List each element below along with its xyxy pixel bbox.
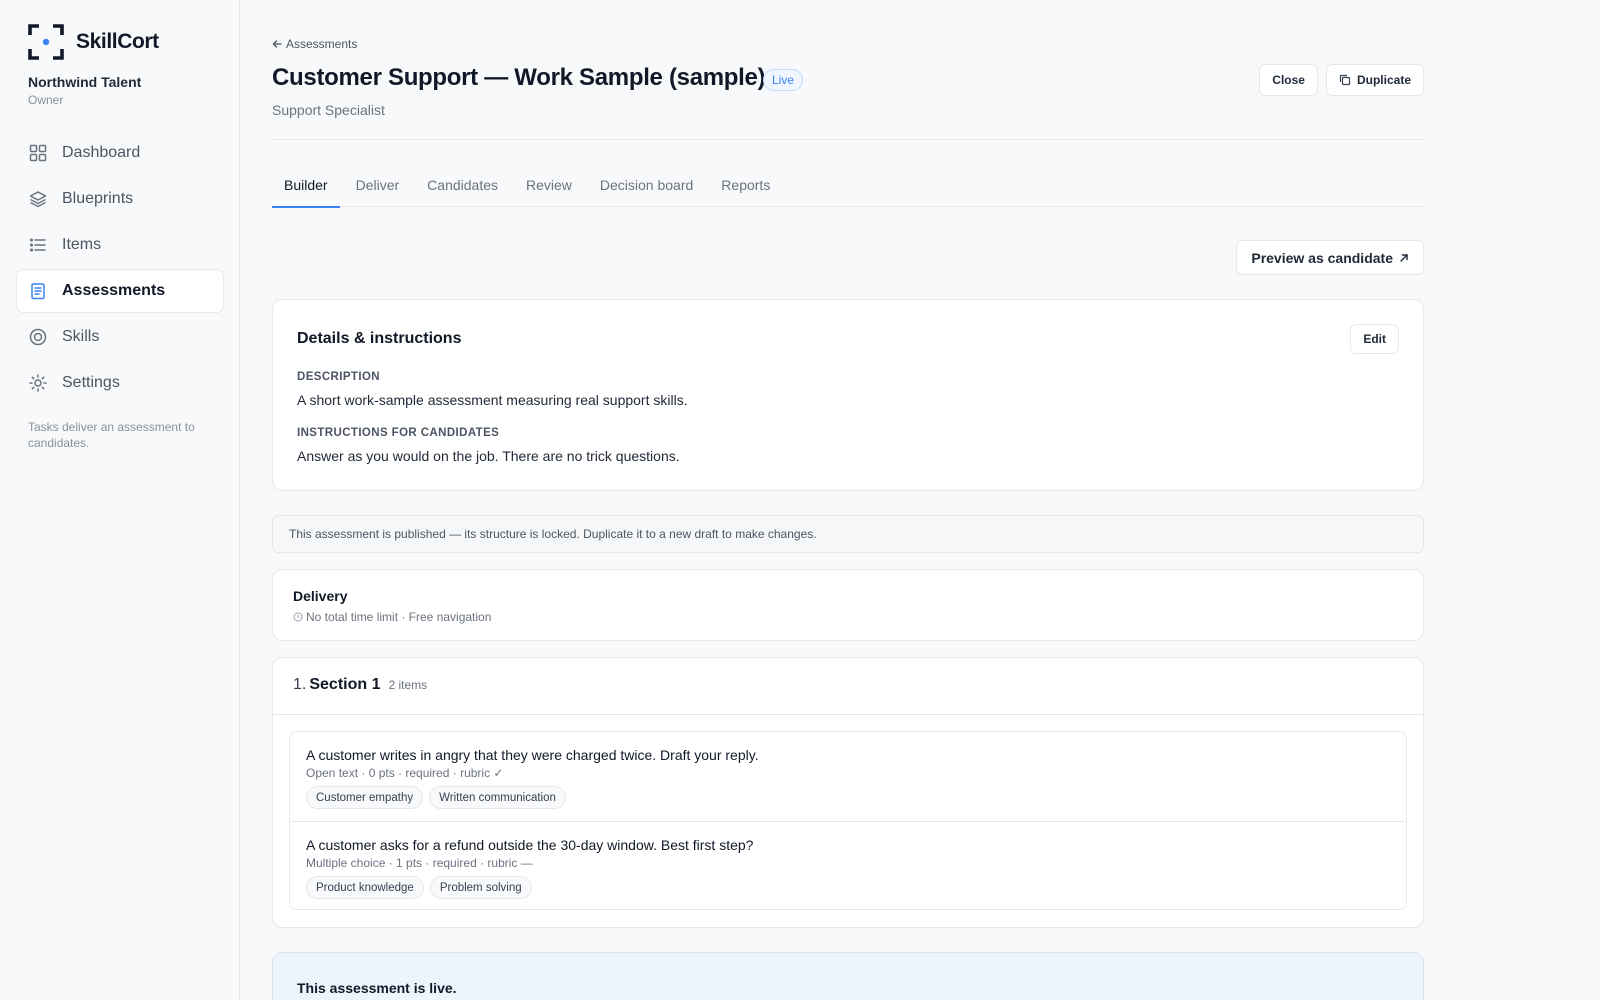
list-icon (29, 236, 47, 254)
tab-review[interactable]: Review (514, 168, 584, 207)
section-divider (273, 714, 1423, 715)
tab-bar: Builder Deliver Candidates Review Decisi… (272, 168, 1424, 208)
item-meta: Open text · 0 pts · required · rubric ✓ (306, 766, 504, 780)
delivery-title: Delivery (293, 588, 348, 604)
org-role: Owner (28, 93, 64, 107)
org-name: Northwind Talent (28, 74, 142, 90)
back-link-label: Assessments (286, 37, 358, 51)
delivery-meta-text: No total time limit · Free navigation (306, 610, 492, 624)
delivery-meta: No total time limit · Free navigation (293, 610, 491, 624)
back-to-assessments-link[interactable]: Assessments (272, 37, 357, 51)
sidebar-item-dashboard[interactable]: Dashboard (16, 131, 224, 175)
target-icon (29, 328, 47, 346)
sidebar-item-label: Settings (62, 374, 120, 391)
item-tags: Customer empathy Written communication (306, 786, 566, 809)
skill-tag: Product knowledge (306, 876, 424, 899)
sidebar-item-label: Blueprints (62, 190, 134, 207)
external-arrow-icon (1400, 253, 1408, 262)
section-item-count: 2 items (388, 678, 428, 692)
tab-decision-board[interactable]: Decision board (588, 168, 705, 207)
sidebar-item-settings[interactable]: Settings (16, 361, 224, 405)
skill-tag: Customer empathy (306, 786, 424, 809)
brand[interactable]: SkillCort (28, 24, 159, 60)
details-title: Details & instructions (297, 330, 462, 347)
header-actions: Close Duplicate (1259, 64, 1424, 96)
tab-candidates[interactable]: Candidates (415, 168, 510, 207)
skillcort-logo-icon (28, 24, 64, 60)
clock-icon (293, 612, 303, 622)
sun-icon (29, 374, 47, 392)
arrow-left-icon (272, 40, 282, 48)
sidebar-item-assessments[interactable]: Assessments (16, 269, 224, 313)
sidebar-item-label: Items (62, 236, 102, 253)
sidebar-item-items[interactable]: Items (16, 223, 224, 267)
tab-builder[interactable]: Builder (272, 168, 340, 208)
page-subtitle: Support Specialist (272, 102, 385, 118)
sidebar-nav: Dashboard Blueprints Items Assessments S… (16, 131, 224, 407)
locked-notice: This assessment is published — its struc… (272, 515, 1424, 553)
copy-icon (1339, 74, 1351, 86)
dashboard-icon (29, 144, 47, 162)
skill-tag: Written communication (429, 786, 566, 809)
sidebar-item-label: Assessments (62, 282, 166, 299)
duplicate-label: Duplicate (1356, 73, 1411, 87)
clipboard-icon (29, 282, 47, 300)
item-meta: Multiple choice · 1 pts · required · rub… (306, 856, 533, 870)
sidebar-note: Tasks deliver an assessment to candidate… (28, 420, 195, 450)
description-value: A short work-sample assessment measuring… (297, 392, 688, 408)
sidebar-item-label: Skills (62, 328, 100, 345)
sidebar-item-blueprints[interactable]: Blueprints (16, 177, 224, 221)
section-name: Section 1 (309, 676, 381, 693)
live-banner: This assessment is live. (272, 952, 1424, 1000)
tab-deliver[interactable]: Deliver (344, 168, 412, 207)
header-divider (272, 139, 1424, 140)
preview-as-candidate-button[interactable]: Preview as candidate (1236, 240, 1424, 275)
live-banner-title: This assessment is live. (297, 980, 457, 996)
duplicate-button[interactable]: Duplicate (1325, 64, 1424, 96)
preview-label: Preview as candidate (1251, 249, 1393, 266)
section-number: 1. (293, 676, 307, 693)
item-tags: Product knowledge Problem solving (306, 876, 532, 899)
edit-details-button[interactable]: Edit (1350, 324, 1399, 354)
close-button[interactable]: Close (1259, 64, 1318, 96)
skill-tag: Problem solving (429, 876, 532, 899)
list-item[interactable]: A customer writes in angry that they wer… (290, 732, 1406, 821)
delivery-card: Delivery No total time limit · Free navi… (272, 569, 1424, 641)
section-items-list: A customer writes in angry that they wer… (289, 731, 1407, 910)
instructions-label: Instructions for candidates (297, 427, 500, 439)
item-title: A customer asks for a refund outside the… (306, 837, 754, 853)
section-header: 1. Section 1 2 items (293, 676, 427, 694)
layers-icon (29, 190, 47, 208)
list-item[interactable]: A customer asks for a refund outside the… (290, 821, 1406, 909)
sidebar-item-label: Dashboard (62, 144, 141, 161)
instructions-value: Answer as you would on the job. There ar… (297, 448, 680, 464)
section-card: 1. Section 1 2 items A customer writes i… (272, 657, 1424, 928)
item-title: A customer writes in angry that they wer… (306, 747, 759, 763)
details-card: Details & instructions Edit Description … (272, 299, 1424, 491)
sidebar-item-skills[interactable]: Skills (16, 315, 224, 359)
status-badge: Live (763, 69, 804, 91)
brand-name: SkillCort (76, 30, 159, 53)
sidebar: SkillCort Northwind Talent Owner Dashboa… (0, 0, 240, 1000)
page-title: Customer Support — Work Sample (sample) (272, 64, 766, 91)
tab-reports[interactable]: Reports (709, 168, 782, 207)
description-label: Description (297, 371, 380, 383)
